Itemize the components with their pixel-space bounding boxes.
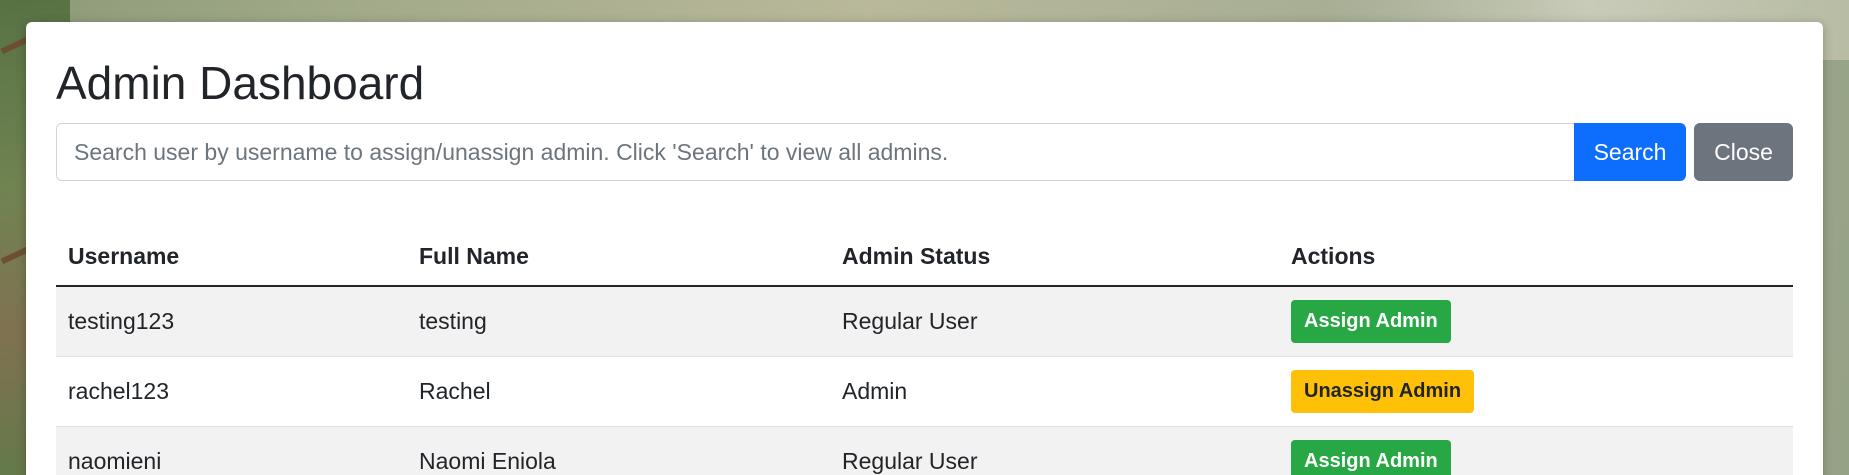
- admin-dashboard-modal: Admin Dashboard Search Close Username Fu…: [26, 22, 1823, 475]
- cell-admin-status: Admin: [830, 356, 1279, 427]
- header-admin-status: Admin Status: [830, 228, 1279, 287]
- table-row: rachel123 Rachel Admin Unassign Admin: [56, 356, 1793, 427]
- search-input[interactable]: [56, 123, 1574, 181]
- page-title: Admin Dashboard: [56, 57, 425, 109]
- cell-admin-status: Regular User: [830, 426, 1279, 475]
- unassign-admin-button[interactable]: Unassign Admin: [1291, 369, 1475, 413]
- cell-actions: Unassign Admin: [1279, 356, 1793, 427]
- header-full-name: Full Name: [407, 228, 830, 287]
- users-table: Username Full Name Admin Status Actions …: [56, 228, 1793, 475]
- cell-full-name: Naomi Eniola: [407, 426, 830, 475]
- header-actions: Actions: [1279, 228, 1793, 287]
- cell-username: testing123: [56, 286, 407, 357]
- cell-full-name: Rachel: [407, 356, 830, 427]
- cell-username: rachel123: [56, 356, 407, 427]
- search-bar: Search Close: [56, 123, 1793, 181]
- header-username: Username: [56, 228, 407, 287]
- assign-admin-button[interactable]: Assign Admin: [1291, 439, 1451, 475]
- close-button[interactable]: Close: [1694, 123, 1793, 181]
- cell-actions: Assign Admin: [1279, 426, 1793, 475]
- assign-admin-button[interactable]: Assign Admin: [1291, 299, 1451, 343]
- table-header-row: Username Full Name Admin Status Actions: [56, 228, 1793, 287]
- cell-full-name: testing: [407, 286, 830, 357]
- table-row: naomieni Naomi Eniola Regular User Assig…: [56, 426, 1793, 475]
- cell-actions: Assign Admin: [1279, 286, 1793, 357]
- table-row: testing123 testing Regular User Assign A…: [56, 286, 1793, 357]
- search-button[interactable]: Search: [1574, 123, 1686, 181]
- cell-admin-status: Regular User: [830, 286, 1279, 357]
- cell-username: naomieni: [56, 426, 407, 475]
